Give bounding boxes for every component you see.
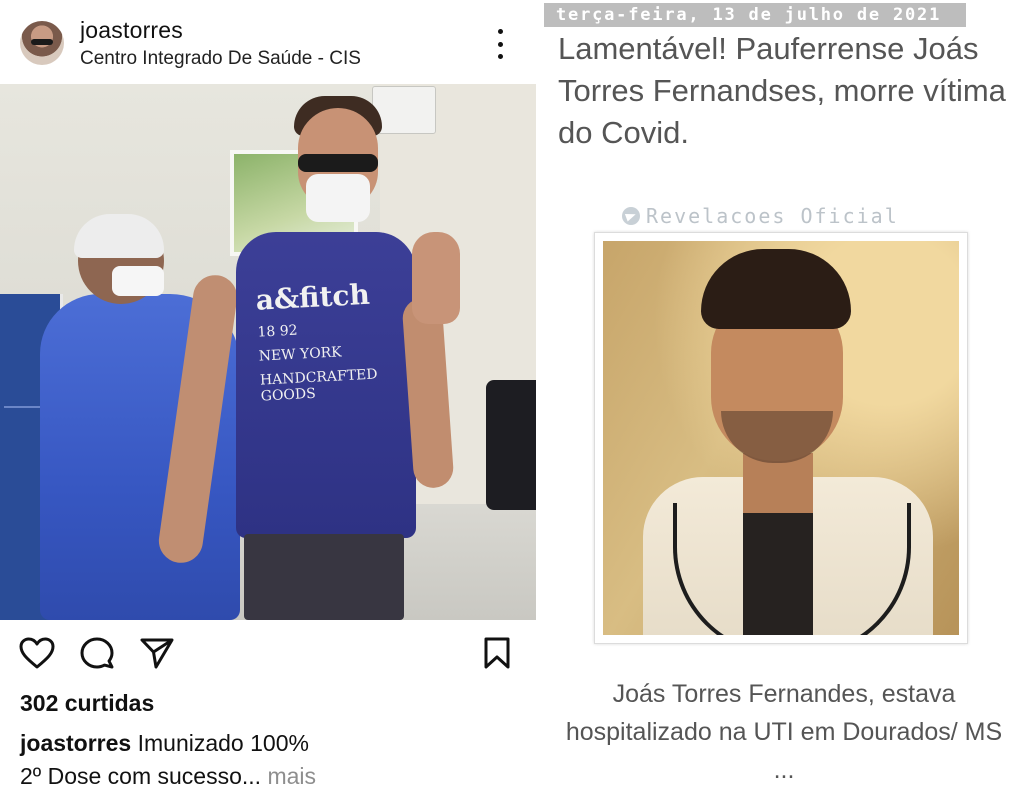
- watermark: Revelacoes Oficial: [622, 204, 899, 228]
- avatar[interactable]: [20, 21, 64, 65]
- caption-text: Imunizado 100%: [131, 730, 309, 756]
- post-photo[interactable]: a&fitch 18 92 NEW YORK HANDCRAFTED GOODS: [0, 84, 536, 620]
- photo-man-pants: [244, 534, 404, 620]
- more-vertical-icon[interactable]: [490, 29, 510, 59]
- caption-second-line: 2º Dose com sucesso... mais: [20, 763, 316, 790]
- article-caption: Joás Torres Fernandes, estava hospitaliz…: [565, 680, 1003, 784]
- send-icon[interactable]: [138, 636, 176, 670]
- telegram-icon: [622, 207, 640, 225]
- post-username[interactable]: joastorres: [80, 17, 183, 44]
- shirt-line-3: NEW YORK: [258, 344, 343, 365]
- caption-username[interactable]: joastorres: [20, 730, 131, 756]
- post-location[interactable]: Centro Integrado De Saúde - CIS: [80, 48, 361, 70]
- article-photo-stethoscope: [673, 503, 911, 635]
- article-headline[interactable]: Lamentável! Pauferrense Joás Torres Fern…: [558, 28, 1018, 154]
- heart-icon[interactable]: [18, 636, 56, 670]
- caption-text-line2: 2º Dose com sucesso: [20, 763, 242, 789]
- shirt-line-2: 18 92: [257, 322, 298, 341]
- more-link[interactable]: mais: [261, 763, 316, 789]
- instagram-post: joastorres Centro Integrado De Saúde - C…: [0, 0, 536, 801]
- photo-man-mask: [306, 174, 370, 222]
- photo-peace-hand: [412, 232, 460, 324]
- shirt-line-1: a&fitch: [254, 277, 371, 317]
- photo-man-sunglasses: [298, 154, 378, 172]
- photo-nurse-mask: [112, 266, 164, 296]
- article-date: terça-feira, 13 de julho de 2021: [544, 3, 966, 27]
- caption-ellipsis: ...: [241, 763, 262, 789]
- photo-nurse-cap: [74, 214, 164, 258]
- article-photo-frame: [594, 232, 968, 644]
- caption: joastorres Imunizado 100%: [20, 730, 309, 757]
- post-actions-bar: [0, 622, 536, 684]
- bookmark-icon[interactable]: [478, 636, 516, 670]
- news-article: terça-feira, 13 de julho de 2021 Lamentá…: [544, 0, 1024, 801]
- photo-chair: [486, 380, 536, 510]
- photo-shirt-print: a&fitch 18 92 NEW YORK HANDCRAFTED GOODS: [254, 276, 401, 405]
- article-photo[interactable]: [603, 241, 959, 635]
- likes-count[interactable]: 302 curtidas: [20, 690, 154, 717]
- watermark-text: Revelacoes Oficial: [646, 204, 899, 228]
- post-header: joastorres Centro Integrado De Saúde - C…: [0, 0, 536, 82]
- comment-icon[interactable]: [78, 636, 116, 670]
